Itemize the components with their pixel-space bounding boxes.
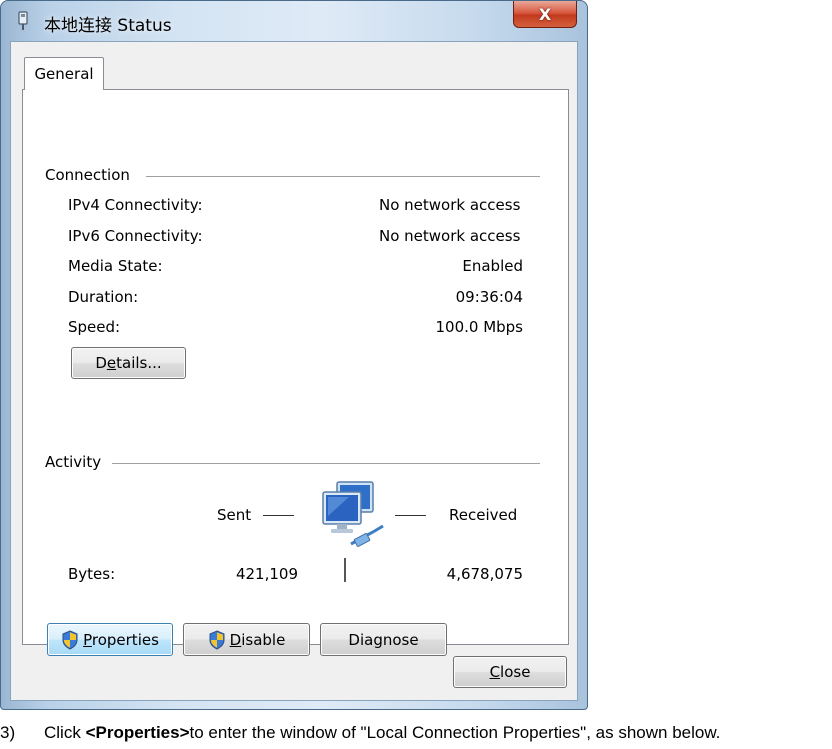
speed-value: 100.0 Mbps xyxy=(435,318,523,336)
tab-general[interactable]: General xyxy=(24,57,104,90)
close-window-button[interactable]: X xyxy=(513,1,577,28)
diagnose-button-label: Diagnose xyxy=(348,630,419,649)
status-dialog: 本地连接 Status X General Connection IPv4 Co… xyxy=(0,0,588,710)
uac-shield-icon xyxy=(209,629,225,650)
sent-line xyxy=(263,515,294,516)
caption-bold-text: <Properties> xyxy=(85,723,190,742)
connection-divider xyxy=(146,176,540,177)
window-title: 本地连接 Status xyxy=(44,16,172,36)
caption-text-before: Click xyxy=(44,723,86,742)
dialog-client-area: General Connection IPv4 Connectivity: No… xyxy=(10,41,578,701)
properties-button[interactable]: Properties xyxy=(47,623,173,656)
duration-label: Duration: xyxy=(68,288,139,306)
media-state-label: Media State: xyxy=(68,257,163,275)
activity-group-label: Activity xyxy=(45,453,102,471)
caption-text-after: to enter the window of "Local Connection… xyxy=(189,723,721,742)
step-number: 3) xyxy=(0,723,16,742)
ipv6-label: IPv6 Connectivity: xyxy=(68,227,203,245)
properties-button-label: Properties xyxy=(83,630,159,649)
received-label: Received xyxy=(449,506,518,524)
details-button[interactable]: Details... xyxy=(71,347,186,379)
general-tab-panel: Connection IPv4 Connectivity: No network… xyxy=(22,89,569,656)
uac-shield-icon xyxy=(62,629,78,650)
close-button[interactable]: Close xyxy=(453,656,567,688)
diagnose-button[interactable]: Diagnose xyxy=(320,623,447,656)
disable-button[interactable]: Disable xyxy=(183,623,310,656)
instruction-caption: 3) Click <Properties>to enter the window … xyxy=(0,723,720,743)
bytes-label: Bytes: xyxy=(68,565,116,583)
disable-button-label: Disable xyxy=(229,630,286,649)
duration-value: 09:36:04 xyxy=(455,288,523,306)
network-computers-icon xyxy=(322,481,384,547)
bytes-divider xyxy=(344,558,346,582)
activity-divider xyxy=(112,463,540,464)
media-state-value: Enabled xyxy=(462,257,523,275)
network-adapter-icon xyxy=(18,11,28,30)
sent-bytes-value: 421,109 xyxy=(235,565,298,583)
sent-label: Sent xyxy=(217,506,252,524)
ipv4-value: No network access xyxy=(379,196,521,214)
speed-label: Speed: xyxy=(68,318,121,336)
ipv4-label: IPv4 Connectivity: xyxy=(68,196,203,214)
received-line xyxy=(395,515,426,516)
title-bar[interactable]: 本地连接 Status X xyxy=(1,1,587,41)
ipv6-value: No network access xyxy=(379,227,521,245)
received-bytes-value: 4,678,075 xyxy=(446,565,523,583)
connection-group-label: Connection xyxy=(45,166,130,184)
details-button-label: Details... xyxy=(95,354,162,372)
close-button-label: Close xyxy=(489,663,531,681)
